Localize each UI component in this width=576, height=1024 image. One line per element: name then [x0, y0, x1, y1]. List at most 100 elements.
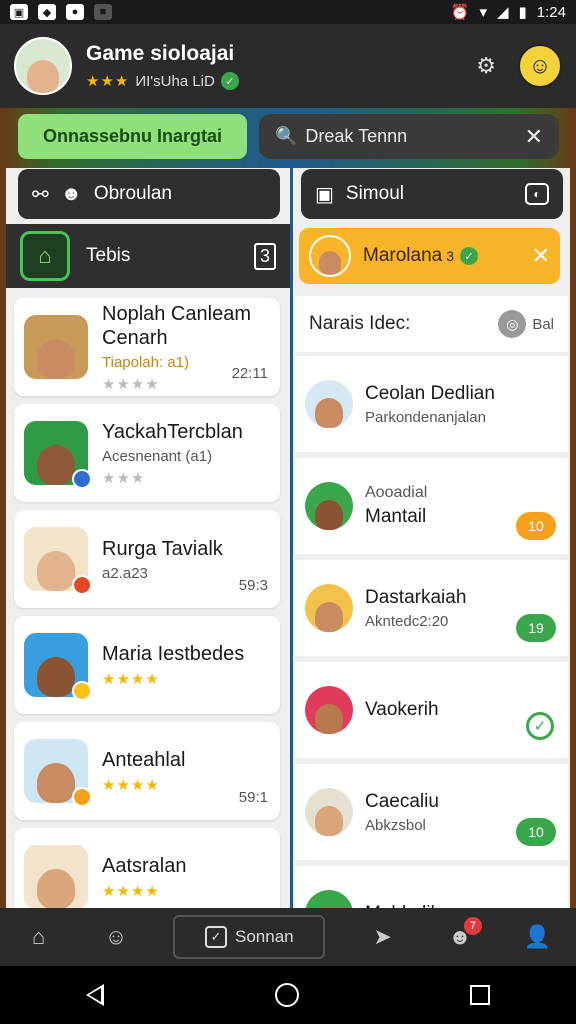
list-item[interactable]: Vaokerih ✓: [295, 662, 568, 758]
action-button[interactable]: Onnassebnu Inargtai: [18, 114, 247, 159]
avatar: [24, 739, 92, 807]
nav-center-label: Sonnan: [235, 927, 294, 946]
right-subheader-title: Narais Idec:: [309, 313, 411, 334]
right-panel: ▣ Simoul ◐ Marolana 3 ✓ ✕ Narais Idec: ◎…: [293, 168, 570, 908]
list-item[interactable]: Anteahlal ★★★★ 59:1: [14, 722, 280, 820]
item-time: 59:1: [238, 789, 268, 806]
list-item[interactable]: Maria Iestbedes ★★★★: [14, 616, 280, 714]
app-icon: ■: [94, 4, 112, 20]
avatar: [24, 845, 88, 908]
list-item[interactable]: Aatsralan ★★★★: [14, 828, 280, 908]
item-subtitle: Parkondenanjalan: [365, 408, 486, 426]
verified-icon: ✓: [220, 72, 239, 90]
count-badge: 3: [253, 242, 276, 270]
bottom-nav: ⌂ ☺ ✓ Sonnan ➤ ☻ 7 👤: [0, 908, 576, 966]
avatar: [24, 633, 92, 701]
list-item[interactable]: Noplah Canleam Cenarh Tiapolah: a1) ★★★★…: [14, 298, 280, 396]
avatar: [305, 584, 353, 632]
check-icon[interactable]: ✓: [526, 712, 554, 740]
section-label: Aooadial: [365, 484, 428, 501]
list-item[interactable]: Caecaliu Abkzsbol 10: [295, 764, 568, 860]
back-icon[interactable]: [85, 984, 104, 1006]
profile-tab-icon[interactable]: ☺: [96, 917, 136, 957]
contact-avatar: [309, 235, 351, 277]
game-icon: ◆: [38, 4, 56, 20]
avatar: [305, 482, 353, 530]
avatar: [305, 788, 353, 836]
nav-center-button[interactable]: ✓ Sonnan: [173, 915, 326, 959]
profile-avatar[interactable]: [14, 37, 72, 95]
home-button-icon[interactable]: [274, 983, 299, 1007]
friends-icon[interactable]: ☻ 7: [440, 917, 482, 957]
clock: 1:24: [536, 3, 566, 21]
list-item[interactable]: Rurga Tavialk a2.a23 59:3: [14, 510, 280, 608]
item-time: 22:11: [231, 365, 268, 382]
wifi-icon: ▾: [479, 4, 487, 21]
item-name: Rurga Tavialk: [102, 537, 223, 560]
status-bar: ▣ ◆ ● ■ ⏰ ▾ ◢ ▮ 1:24: [0, 0, 576, 24]
count-badge: 10: [516, 818, 556, 846]
count-badge: 19: [516, 614, 556, 642]
home-icon[interactable]: ⌂: [19, 917, 59, 957]
list-item[interactable]: YackahTercblan Acesnenant (a1) ★★★: [14, 404, 280, 502]
search-value: Dreak Tennn: [305, 126, 408, 146]
item-name: Aatsralan: [102, 855, 187, 877]
notification-icon: ▣: [10, 4, 28, 20]
right-header-title: Simoul: [345, 183, 404, 204]
avatar: [305, 686, 353, 734]
left-header-bar[interactable]: ⚯ ☻ Obroulan: [18, 169, 280, 219]
close-icon[interactable]: ✕: [532, 243, 550, 269]
refresh-icon[interactable]: ◎: [498, 310, 527, 338]
chat-icon[interactable]: ➤: [363, 917, 403, 957]
robot-icon: ▣: [315, 183, 334, 206]
item-name: Dastarkaiah: [365, 586, 467, 608]
left-header-title: Obroulan: [93, 183, 172, 204]
left-subheader-title: Tebis: [86, 245, 131, 266]
item-name: Anteahlal: [102, 749, 186, 771]
right-header-bar[interactable]: ▣ Simoul ◐: [301, 169, 563, 219]
count-badge: 10: [516, 512, 556, 540]
item-name: Ceolan Dedlian: [365, 382, 495, 404]
highlighted-name: Marolana: [363, 245, 443, 266]
list-item[interactable]: Ceolan Dedlian Parkondenanjalan: [295, 356, 568, 452]
left-subheader: ⌂ Tebis 3: [6, 224, 290, 288]
item-name: Maria Iestbedes: [102, 643, 245, 665]
item-name: Noplah Canleam Cenarh: [102, 302, 251, 349]
list-item[interactable]: Dastarkaiah Akntedc2:20 19: [295, 560, 568, 656]
status-badge: [72, 681, 92, 701]
list-item[interactable]: Mabkelih ✓: [295, 866, 568, 908]
search-icon: 🔍: [275, 126, 298, 146]
expand-icon[interactable]: ◐: [525, 183, 549, 205]
highlighted-count: 3: [446, 248, 455, 264]
app-title: Game sioloajai: [86, 42, 235, 65]
right-list: Ceolan Dedlian Parkondenanjalan Aooadial…: [295, 356, 568, 908]
avatar: [305, 380, 353, 428]
notification-badge: 7: [463, 917, 482, 935]
media-icon: ●: [66, 4, 84, 20]
status-badge: [72, 575, 92, 595]
highlighted-contact[interactable]: Marolana 3 ✓ ✕: [299, 228, 560, 284]
recents-icon[interactable]: [470, 985, 491, 1005]
signal-icon: ◢: [496, 4, 509, 21]
rating-stars: ★★★: [102, 469, 146, 487]
status-badge: [72, 469, 92, 489]
search-input[interactable]: 🔍 Dreak Tennn ✕: [259, 114, 559, 159]
rating-stars: ★★★★: [102, 671, 160, 688]
folder-icon[interactable]: ⌂: [20, 231, 70, 281]
left-panel: ⚯ ☻ Obroulan ⌂ Tebis 3 Noplah Canleam Ce…: [6, 168, 290, 908]
alarm-icon: ⏰: [450, 4, 470, 21]
right-subheader: Narais Idec: ◎ Bal: [295, 296, 568, 352]
avatar: [24, 315, 88, 379]
list-item[interactable]: Aooadial Mantail 10: [295, 458, 568, 554]
settings-icon[interactable]: ⚙: [476, 53, 496, 79]
battery-icon: ▮: [518, 4, 527, 21]
rating-stars: ★★★: [86, 73, 130, 90]
checkbox-icon: ✓: [205, 926, 227, 948]
emoji-icon: ☻: [60, 182, 82, 205]
account-icon[interactable]: 👤: [517, 917, 557, 957]
clear-icon[interactable]: ✕: [525, 124, 543, 150]
header-subtitle: ИI'sUha LiD: [135, 72, 215, 90]
right-subheader-label: Bal: [532, 315, 554, 333]
rating-stars: ★★★★: [102, 883, 160, 900]
user-avatar[interactable]: ☺: [518, 44, 562, 88]
